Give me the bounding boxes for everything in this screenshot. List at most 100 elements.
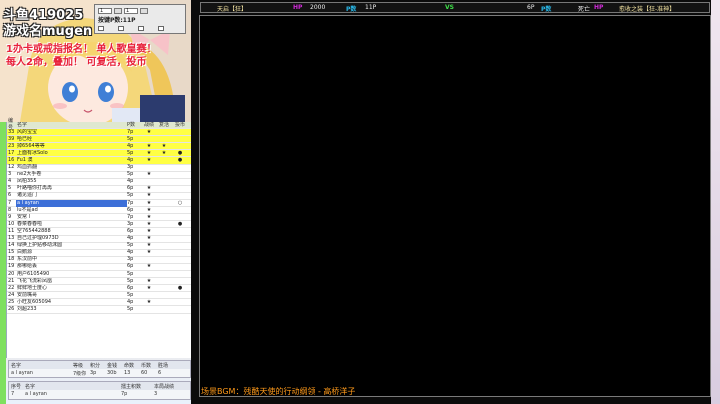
roster-cell-name: 安常 l bbox=[17, 213, 30, 220]
roster-cell-number: 20 bbox=[8, 270, 15, 277]
roster-cell-record: ★ bbox=[146, 242, 152, 249]
current-header-row: 序号 名字 擂主积数 本局战绩 bbox=[9, 382, 190, 390]
roster-cell-record: ★ bbox=[146, 235, 152, 242]
current-row[interactable]: 7 a l ayran 7p 3 bbox=[9, 390, 190, 398]
roster-cell-p: 6p bbox=[127, 206, 134, 213]
roster-cell-record: ★ bbox=[146, 220, 152, 227]
roster-cell-name: 那哪给丢 bbox=[17, 263, 38, 270]
current-cell-champion: 7p bbox=[121, 391, 128, 397]
roster-cell-name: 绿换上护贴移动沫圆 bbox=[17, 242, 63, 249]
stats-cell-wins: 6 bbox=[158, 370, 162, 376]
roster-row[interactable]: 26 刘超233 5p bbox=[7, 306, 191, 314]
player-roster-table[interactable]: 编号 名字 P数 战绩 复活 投币 33 风的宝宝 7p ★ 39 哈已经 5p 23 掉656… bbox=[6, 118, 191, 358]
roster-cell-name: 诸见遥门 bbox=[17, 192, 38, 199]
roster-cell-name: 空765442888 bbox=[17, 227, 51, 234]
roster-cell-record: ★ bbox=[146, 227, 152, 234]
roster-cell-record: ★ bbox=[146, 171, 152, 178]
hud-vs-label: VS bbox=[445, 4, 454, 11]
roster-cell-p: 5p bbox=[127, 277, 134, 284]
roster-cell-p: 6p bbox=[127, 185, 134, 192]
left-panel: 斗鱼419025 游戏名mugen 1办卡或戒指报名！ 单人歌皇赛！ 每人2命，… bbox=[0, 0, 191, 404]
widget-field-1[interactable]: 1 bbox=[98, 7, 112, 14]
roster-cell-p: 4p bbox=[127, 235, 134, 242]
roster-cell-p: 6p bbox=[127, 227, 134, 234]
widget-p-count: 按键P数:11P bbox=[98, 17, 136, 24]
promo-line-2: 每人2命，叠加！ 可复活，投币 bbox=[6, 57, 147, 68]
roster-cell-coin: ● bbox=[177, 220, 183, 227]
stats-row[interactable]: a l ayran 7级你 3p 30b 13 60 6 bbox=[9, 369, 190, 377]
fight-hud-bar: 天启【狂】 HP 2000 P数 11P VS 6P P数 死亡 HP 愈收之装… bbox=[200, 2, 710, 13]
hud-p-value-left: 11P bbox=[365, 4, 377, 11]
roster-cell-number: 33 bbox=[8, 128, 15, 135]
roster-cell-number: 9 bbox=[8, 213, 12, 220]
roster-cell-name: 鲜鲜地士度心 bbox=[17, 284, 48, 291]
roster-cell-record: ★ bbox=[146, 249, 152, 256]
roster-cell-p: 4p bbox=[127, 142, 134, 149]
roster-cell-number: 39 bbox=[8, 135, 15, 142]
stats-header-wins: 胜场 bbox=[158, 362, 169, 369]
widget-field-2[interactable]: 1 bbox=[124, 7, 138, 14]
col-header-record: 战绩 bbox=[143, 121, 154, 128]
roster-cell-number: 6 bbox=[8, 192, 12, 199]
keypress-widget[interactable]: 1 1 按键P数:11P bbox=[94, 4, 186, 34]
roster-cell-number: 3 bbox=[8, 171, 12, 178]
roster-cell-name: Fu1 澳 bbox=[17, 157, 33, 164]
current-cell-name: a l ayran bbox=[25, 391, 47, 397]
roster-cell-record: ★ bbox=[146, 199, 152, 206]
roster-cell-revive: ★ bbox=[161, 149, 167, 156]
hud-p-label-left: P数 bbox=[346, 6, 357, 13]
widget-button-2[interactable] bbox=[140, 7, 148, 14]
stats-header-name: 名字 bbox=[11, 362, 22, 369]
roster-cell-name: 自己过护理0973D bbox=[17, 235, 59, 242]
col-header-name: 名字 bbox=[17, 121, 28, 128]
roster-cell-p: 5p bbox=[127, 242, 134, 249]
roster-cell-number: 22 bbox=[8, 284, 15, 291]
hud-p-label-right: P数 bbox=[541, 6, 552, 13]
game-screen[interactable] bbox=[199, 15, 711, 397]
widget-checkbox-3[interactable] bbox=[138, 26, 144, 31]
roster-cell-p: 4p bbox=[127, 178, 134, 185]
roster-cell-number: 21 bbox=[8, 277, 15, 284]
roster-cell-p: 3p bbox=[127, 256, 134, 263]
roster-cell-p: 4p bbox=[127, 298, 134, 305]
widget-button-1[interactable] bbox=[114, 7, 122, 14]
roster-cell-name: 叶路喵你打再再 bbox=[17, 185, 53, 192]
stats-cell-money: 30b bbox=[107, 370, 117, 376]
roster-cell-coin: ● bbox=[177, 149, 183, 156]
stats-header-lives: 命数 bbox=[124, 362, 135, 369]
roster-cell-name: 哈已经 bbox=[17, 135, 33, 142]
roster-cell-name: 东汉前中 bbox=[17, 256, 38, 263]
roster-cell-number: 12 bbox=[8, 164, 15, 171]
roster-cell-record: ★ bbox=[146, 277, 152, 284]
roster-cell-p: 5p bbox=[127, 135, 134, 142]
roster-cell-name: 用户6105490 bbox=[17, 270, 50, 277]
hud-right-fighter-name: 愈收之装【狂-准神】 bbox=[619, 6, 676, 13]
roster-cell-p: 7p bbox=[127, 199, 134, 206]
roster-cell-number: 13 bbox=[8, 235, 15, 242]
roster-cell-name: lu不是ad bbox=[17, 206, 38, 213]
stats-header-row: 名字 等级 积分 金钱 命数 币数 胜场 bbox=[9, 361, 190, 369]
game-name-label: 游戏名mugen bbox=[3, 24, 93, 39]
col-header-p: P数 bbox=[127, 121, 136, 128]
roster-cell-p: 5p bbox=[127, 149, 134, 156]
stats-cell-score: 3p bbox=[90, 370, 97, 376]
roster-cell-revive: ★ bbox=[161, 142, 167, 149]
roster-cell-number: 19 bbox=[8, 263, 15, 270]
roster-cell-name: a l ayran bbox=[16, 199, 127, 207]
roster-cell-p: 5p bbox=[127, 270, 134, 277]
roster-cell-record: ★ bbox=[146, 128, 152, 135]
stats-cell-coins: 60 bbox=[141, 370, 148, 376]
hud-hp-value-left: 2000 bbox=[310, 4, 326, 11]
widget-checkbox-1[interactable] bbox=[98, 26, 104, 31]
roster-cell-p: 6p bbox=[127, 284, 134, 291]
roster-cell-p: 3p bbox=[127, 164, 134, 171]
roster-cell-p: 5p bbox=[127, 291, 134, 298]
current-fighter-table: 序号 名字 擂主积数 本局战绩 7 a l ayran 7p 3 bbox=[8, 381, 191, 400]
widget-input-row: 1 1 bbox=[98, 7, 148, 14]
widget-checkbox-4[interactable] bbox=[158, 26, 164, 31]
stats-header-level: 等级 bbox=[73, 362, 84, 369]
roster-cell-name: 上面有冰Solo bbox=[17, 149, 48, 156]
roster-cell-number: 25 bbox=[8, 298, 15, 305]
widget-checkbox-2[interactable] bbox=[118, 26, 124, 31]
player-stats-table: 名字 等级 积分 金钱 命数 币数 胜场 a l ayran 7级你 3p 30… bbox=[8, 360, 191, 378]
